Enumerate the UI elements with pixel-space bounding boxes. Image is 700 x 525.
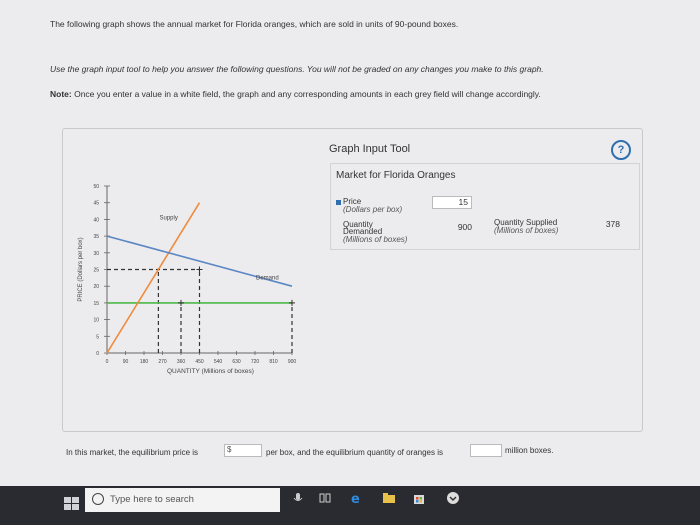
question-part-1: In this market, the equilibrium price is <box>66 448 199 457</box>
supply-label: Supply <box>159 215 177 221</box>
demand-label: Demand <box>256 276 279 282</box>
x-tick-label: 630 <box>232 359 241 365</box>
graph-input-tool-title: Graph Input Tool <box>329 143 411 155</box>
equilibrium-question: In this market, the equilibrium price is <box>66 448 198 457</box>
task-view-icon[interactable] <box>318 491 332 505</box>
taskbar-search-input[interactable]: Type here to search <box>110 494 194 505</box>
x-tick-label: 360 <box>177 359 186 365</box>
x-tick-label: 720 <box>251 359 260 365</box>
note-body: Once you enter a value in a white field,… <box>71 89 541 99</box>
note-text: Note: Once you enter a value in a white … <box>50 89 541 99</box>
x-tick-label: 900 <box>288 359 297 365</box>
y-tick-label: 20 <box>93 284 99 290</box>
windows-start-icon[interactable] <box>64 497 80 511</box>
x-tick-label: 90 <box>123 359 129 365</box>
x-tick-label: 0 <box>106 359 109 365</box>
equilibrium-quantity-input[interactable] <box>470 444 502 457</box>
price-input[interactable]: 15 <box>432 196 472 209</box>
instruction-text: Use the graph input tool to help you ans… <box>50 64 544 74</box>
edge-browser-icon[interactable]: e <box>350 491 364 505</box>
y-tick-label: 40 <box>93 217 99 223</box>
x-tick-label: 540 <box>214 359 223 365</box>
intro-text: The following graph shows the annual mar… <box>50 19 459 29</box>
x-axis-label: QUANTITY (Millions of boxes) <box>167 368 254 375</box>
market-title: Market for Florida Oranges <box>336 170 456 181</box>
x-tick-label: 270 <box>158 359 167 365</box>
cortana-icon <box>92 493 104 505</box>
equilibrium-price-input[interactable]: $ <box>224 444 262 457</box>
quantity-demanded-unit: (Millions of boxes) <box>343 235 408 244</box>
y-tick-label: 50 <box>93 184 99 190</box>
x-tick-label: 450 <box>195 359 204 365</box>
market-graph[interactable]: 0 5 10 15 20 25 30 35 40 45 50 0 90 180 270 360 450 540 63… <box>60 176 310 381</box>
svg-text:e: e <box>351 492 360 505</box>
file-explorer-icon[interactable] <box>382 491 396 505</box>
x-tick-label: 810 <box>269 359 278 365</box>
y-axis-label: PRICE (Dollars per box) <box>78 237 84 301</box>
y-tick-label: 35 <box>93 234 99 240</box>
y-tick-label: 5 <box>96 334 99 340</box>
x-tick-label: 180 <box>140 359 149 365</box>
quantity-supplied-unit: (Millions of boxes) <box>494 226 559 235</box>
y-tick-label: 45 <box>93 201 99 207</box>
mail-icon[interactable] <box>446 491 460 505</box>
help-icon[interactable]: ? <box>611 140 631 160</box>
y-tick-label: 25 <box>93 268 99 274</box>
quantity-supplied-value: 378 <box>605 219 620 229</box>
store-icon[interactable] <box>412 491 426 505</box>
homework-page: The following graph shows the annual mar… <box>0 0 700 486</box>
y-tick-label: 15 <box>93 301 99 307</box>
supply-curve[interactable] <box>106 202 201 354</box>
price-marker-icon <box>336 200 341 205</box>
quantity-demanded-value: 900 <box>457 222 472 232</box>
note-label: Note: <box>50 89 72 99</box>
y-tick-label: 0 <box>96 351 99 357</box>
question-part-2: per box, and the equilibrium quantity of… <box>266 448 443 457</box>
y-tick-label: 30 <box>93 251 99 257</box>
price-unit: (Dollars per box) <box>343 205 403 214</box>
y-tick-label: 10 <box>93 318 99 324</box>
question-part-3: million boxes. <box>505 446 554 455</box>
microphone-icon[interactable] <box>291 491 305 505</box>
